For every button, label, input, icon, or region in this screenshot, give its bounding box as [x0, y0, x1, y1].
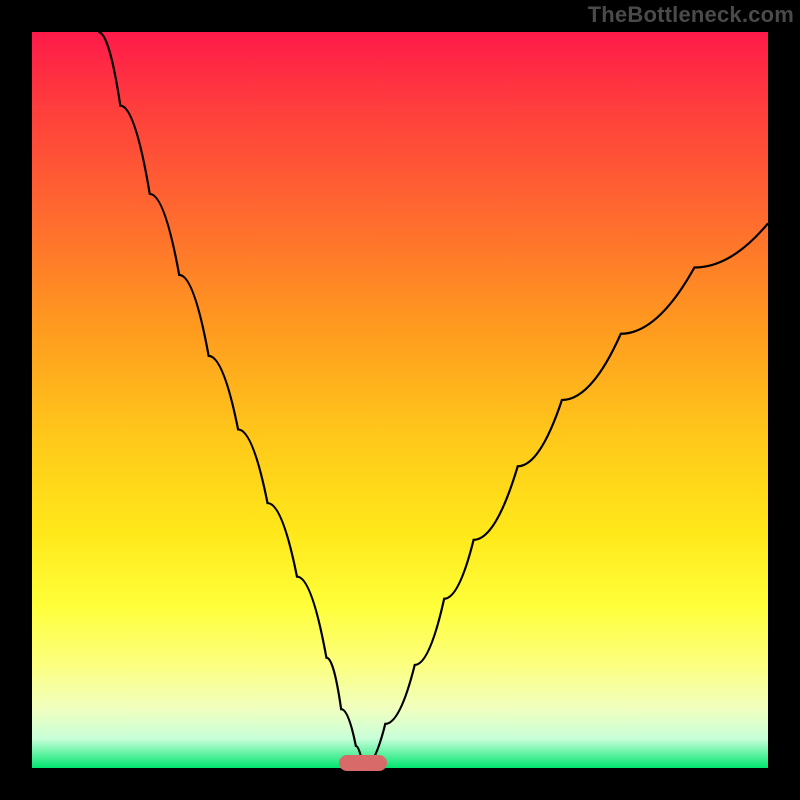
plot-area [32, 32, 768, 768]
minimum-marker [339, 755, 387, 771]
chart-frame: TheBottleneck.com [0, 0, 800, 800]
curve-path [98, 32, 768, 768]
curve-layer [32, 32, 768, 768]
watermark: TheBottleneck.com [588, 2, 794, 28]
